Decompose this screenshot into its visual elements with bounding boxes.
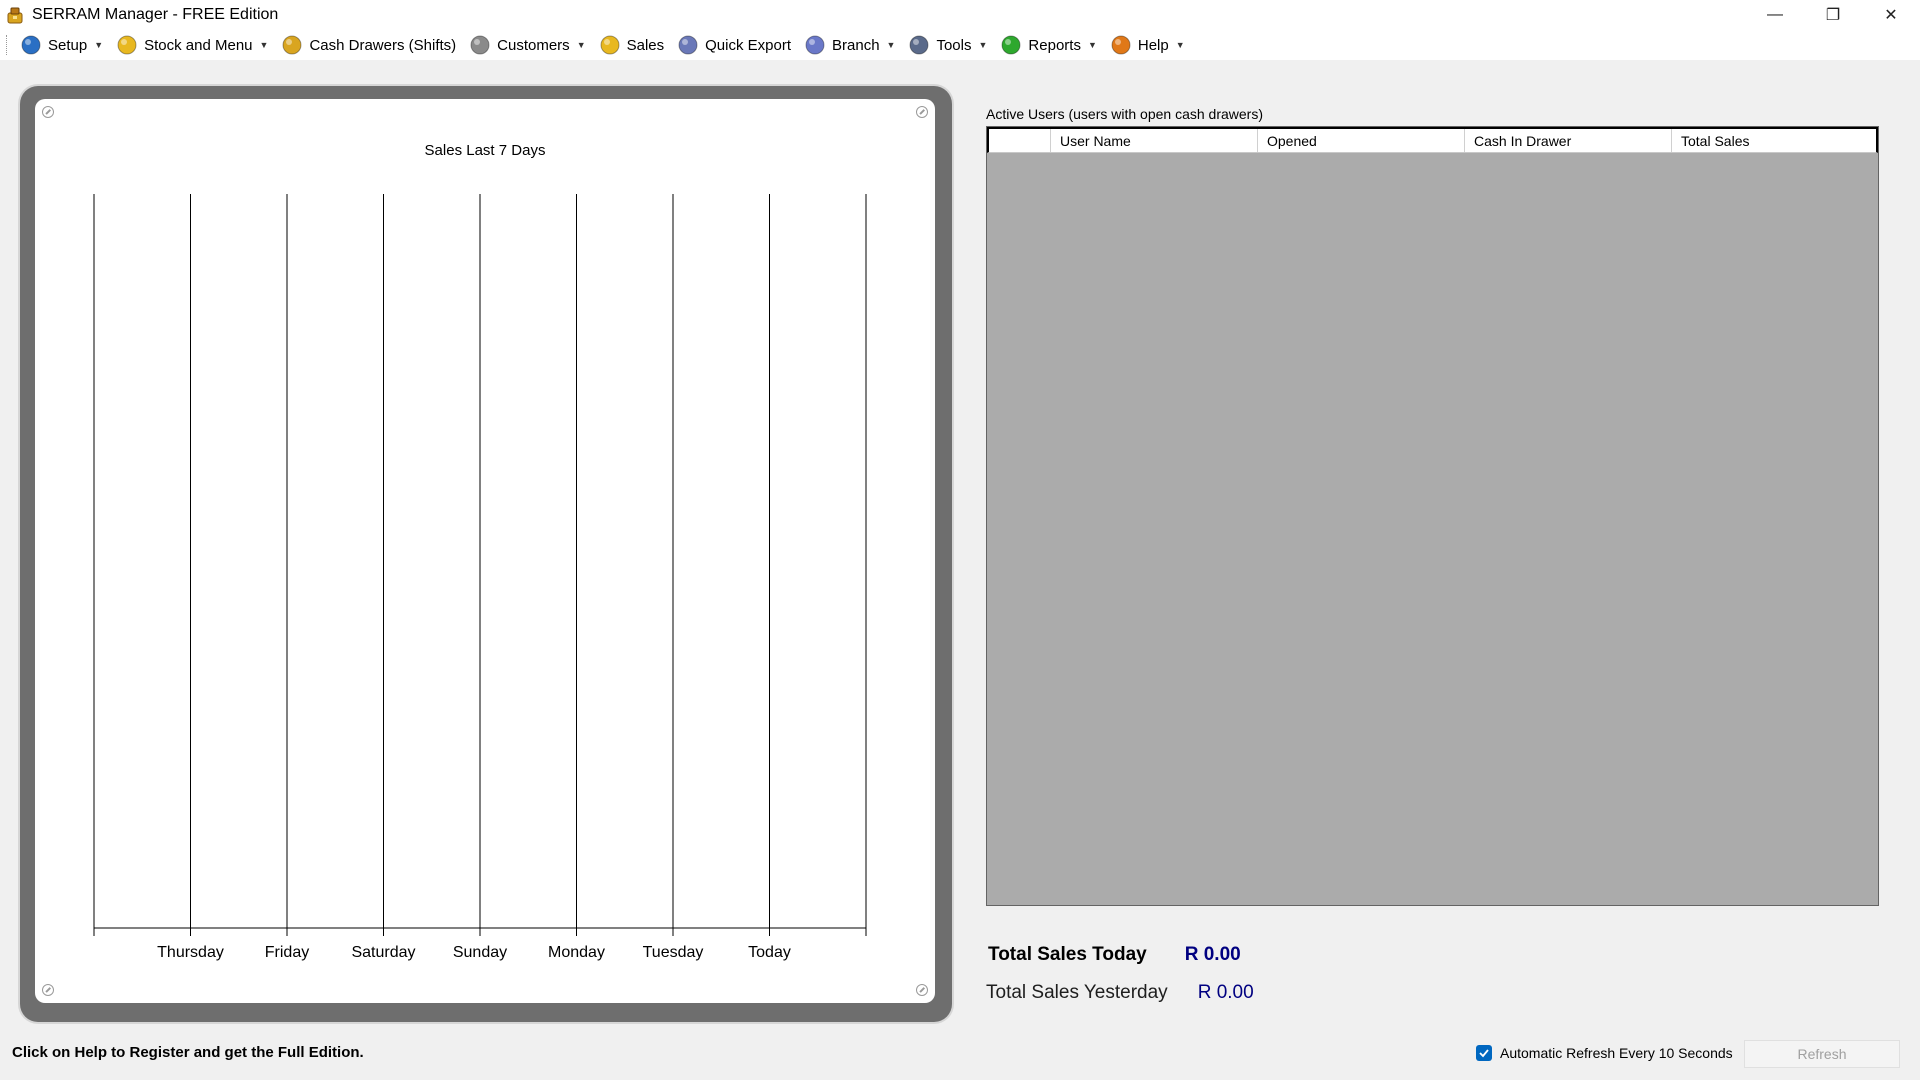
menu-label: Cash Drawers (Shifts) [309,36,457,54]
menu-reports[interactable]: Reports ▼ [995,32,1101,58]
menu-label: Help [1137,36,1169,54]
customers-icon [469,34,491,56]
total-sales-today-label: Total Sales Today [988,944,1147,965]
sales-coin-icon [599,34,621,56]
column-header-opened[interactable]: Opened [1258,129,1465,152]
globe-setup-icon [20,34,42,56]
dropdown-caret-icon: ▼ [978,40,988,50]
column-header-total-sales[interactable]: Total Sales [1672,129,1876,152]
refresh-button[interactable]: Refresh [1744,1040,1900,1068]
main-menu-bar: Setup ▼ Stock and Menu ▼ Cash Drawers (Shift… [0,30,1920,60]
chart-tick-label: Tuesday [643,944,704,961]
branch-icon [804,34,826,56]
dropdown-caret-icon: ▼ [94,40,104,50]
sales-chart-frame: Sales Last 7 Days Thursday Friday Saturday… [20,86,952,1022]
chart-tick-label: Today [748,944,791,961]
dropdown-caret-icon: ▼ [886,40,896,50]
dropdown-caret-icon: ▼ [576,40,586,50]
minimize-button[interactable]: — [1746,0,1804,30]
menu-tools[interactable]: Tools ▼ [903,32,992,58]
total-sales-yesterday-label: Total Sales Yesterday [986,982,1168,1003]
menu-label: Branch [832,36,880,54]
menu-label: Setup [48,36,88,54]
restore-button[interactable]: ❐ [1804,0,1862,30]
menu-customers[interactable]: Customers ▼ [464,32,590,58]
chart-tick-label: Saturday [351,944,415,961]
menu-label: Stock and Menu [144,36,253,54]
menu-quick-export[interactable]: Quick Export [672,32,796,58]
total-sales-yesterday-value: R 0.00 [1197,982,1254,1003]
dropdown-caret-icon: ▼ [1087,40,1097,50]
menu-setup[interactable]: Setup ▼ [15,32,108,58]
chart-tick-label: Sunday [453,944,507,961]
cash-drawer-icon [281,34,303,56]
active-users-caption: Active Users (users with open cash drawe… [986,106,1263,122]
chart-tick-label: Thursday [157,944,224,961]
dropdown-caret-icon: ▼ [1175,40,1185,50]
help-icon [1110,34,1132,56]
column-header-cash-in-drawer[interactable]: Cash In Drawer [1465,129,1672,152]
title-bar: SERRAM Manager - FREE Edition — ❐ ✕ [0,0,1920,30]
column-header-user-name[interactable]: User Name [1051,129,1258,152]
dropdown-caret-icon: ▼ [259,40,269,50]
serram-app-icon [4,4,26,26]
menu-label: Quick Export [705,36,792,54]
window-title: SERRAM Manager - FREE Edition [32,6,279,23]
close-button[interactable]: ✕ [1862,0,1920,30]
menu-label: Reports [1028,36,1081,54]
menu-label: Sales [626,36,665,54]
total-sales-today-value: R 0.00 [1184,944,1241,965]
stock-box-icon [116,34,138,56]
quick-export-icon [677,34,699,56]
menu-label: Tools [936,36,972,54]
tools-icon [908,34,930,56]
menu-sales[interactable]: Sales [594,32,670,58]
menu-branch[interactable]: Branch ▼ [799,32,900,58]
menu-help[interactable]: Help ▼ [1105,32,1190,58]
reports-icon [1000,34,1022,56]
sales-chart: Thursday Friday Saturday Sunday Monday Tuesda… [93,194,867,961]
checkbox-checked-icon[interactable] [1476,1045,1492,1061]
grid-header: User Name Opened Cash In Drawer Total Sa… [987,127,1878,153]
sales-chart-panel: Sales Last 7 Days Thursday Friday Saturday… [35,99,935,1003]
total-sales-yesterday: Total Sales Yesterday R 0.00 [986,982,1254,1004]
auto-refresh-checkbox[interactable]: Automatic Refresh Every 10 Seconds [1476,1045,1733,1061]
active-users-grid[interactable]: User Name Opened Cash In Drawer Total Sa… [986,126,1879,906]
chart-tick-label: Monday [548,944,605,961]
auto-refresh-label: Automatic Refresh Every 10 Seconds [1500,1045,1733,1061]
toolbar-grip [6,35,9,55]
register-status-message: Click on Help to Register and get the Fu… [12,1044,364,1061]
total-sales-today: Total Sales Today R 0.00 [988,944,1241,966]
menu-label: Customers [497,36,570,54]
menu-stock-and-menu[interactable]: Stock and Menu ▼ [111,32,273,58]
chart-tick-label: Friday [265,944,309,961]
column-header-row-selector[interactable] [989,129,1051,152]
menu-cash-drawers-shifts[interactable]: Cash Drawers (Shifts) [276,32,461,58]
